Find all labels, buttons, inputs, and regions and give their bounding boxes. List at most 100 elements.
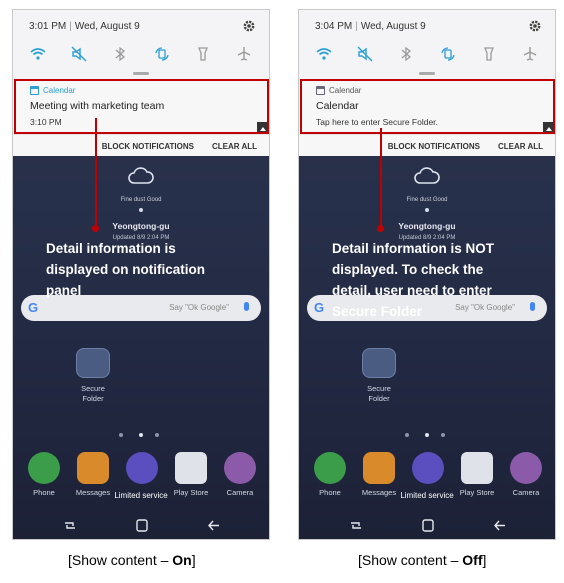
folder-label-line2: Folder	[368, 394, 390, 403]
annotation-line: Secure Folder	[332, 304, 423, 319]
messages-icon[interactable]	[363, 452, 395, 484]
clear-all-button[interactable]: CLEAR ALL	[498, 142, 543, 151]
google-icon: G	[28, 300, 39, 315]
page-indicator	[405, 432, 449, 438]
caption-prefix: [Show content –	[358, 552, 463, 568]
caption-prefix: [Show content –	[68, 552, 173, 568]
camera-icon[interactable]	[510, 452, 542, 484]
pointer-line	[380, 128, 382, 228]
secure-folder-icon[interactable]	[362, 348, 396, 378]
mute-icon[interactable]	[354, 44, 376, 64]
shade-handle[interactable]	[419, 72, 435, 75]
wifi-icon[interactable]	[27, 44, 49, 64]
phone-icon[interactable]	[314, 452, 346, 484]
annotation-text-on: Detail information is displayed on notif…	[46, 238, 205, 301]
pointer-dot	[377, 225, 384, 232]
block-notifications-button[interactable]: BLOCK NOTIFICATIONS	[102, 142, 194, 151]
quick-settings-row	[313, 44, 541, 64]
folder-label-line2: Folder	[82, 394, 104, 403]
notification-shade: 3:04 PM | Wed, August 9	[299, 10, 555, 80]
quick-settings-row	[27, 44, 255, 64]
play-store-icon[interactable]	[175, 452, 207, 484]
status-bar: 3:04 PM | Wed, August 9	[315, 19, 545, 35]
status-date: Wed, August 9	[360, 21, 426, 32]
airplane-icon[interactable]	[519, 44, 541, 64]
caption-suffix: ]	[191, 552, 196, 568]
weather-dust: Fine dust Good	[406, 197, 448, 203]
pointer-line	[95, 118, 97, 228]
bluetooth-icon[interactable]	[109, 44, 131, 64]
caption-suffix: ]	[482, 552, 487, 568]
pointer-dot	[92, 225, 99, 232]
secure-folder-label: Secure Folder	[359, 384, 399, 404]
recent-apps-icon[interactable]	[349, 519, 363, 532]
back-icon[interactable]	[493, 519, 507, 532]
location-pin-icon	[425, 208, 429, 212]
caption-value: Off	[462, 552, 483, 568]
internet-icon[interactable]	[412, 452, 444, 484]
mic-icon[interactable]	[244, 302, 249, 311]
limited-service-text: Limited service	[400, 491, 454, 500]
annotation-line: Detail information is	[46, 241, 176, 256]
gear-icon[interactable]	[527, 18, 543, 34]
cloud-icon	[414, 167, 440, 184]
weather-dust: Fine dust Good	[120, 197, 162, 203]
cloud-icon	[128, 167, 154, 184]
highlight-box	[14, 79, 269, 134]
block-notifications-button[interactable]: BLOCK NOTIFICATIONS	[388, 142, 480, 151]
rotate-icon[interactable]	[151, 44, 173, 64]
navigation-bar	[13, 511, 269, 539]
status-time: 3:01 PM	[29, 21, 67, 32]
clear-all-button[interactable]: CLEAR ALL	[212, 142, 257, 151]
location-pin-icon	[139, 208, 143, 212]
annotation-line: Detail information is NOT	[332, 241, 495, 256]
annotation-line: detail, user need to enter	[332, 283, 492, 298]
notification-actions: BLOCK NOTIFICATIONS CLEAR ALL	[13, 134, 269, 156]
bluetooth-icon[interactable]	[395, 44, 417, 64]
page-indicator	[119, 432, 163, 438]
play-store-icon[interactable]	[461, 452, 493, 484]
weather-city: Yeongtong-gu	[112, 221, 170, 231]
flashlight-icon[interactable]	[478, 44, 500, 64]
mute-icon[interactable]	[68, 44, 90, 64]
limited-service-text: Limited service	[114, 491, 168, 500]
rotate-icon[interactable]	[437, 44, 459, 64]
notification-shade: 3:01 PM | Wed, August 9	[13, 10, 269, 80]
annotation-line: displayed. To check the	[332, 262, 484, 277]
camera-icon[interactable]	[224, 452, 256, 484]
internet-icon[interactable]	[126, 452, 158, 484]
phone-icon[interactable]	[28, 452, 60, 484]
status-separator: |	[355, 21, 358, 32]
wifi-icon[interactable]	[313, 44, 335, 64]
status-separator: |	[69, 21, 72, 32]
annotation-text-off: Detail information is NOT displayed. To …	[332, 238, 494, 322]
annotation-line: displayed on notification	[46, 262, 206, 277]
secure-folder-label: Secure Folder	[73, 384, 113, 404]
highlight-box	[300, 79, 555, 134]
annotation-line: panel	[46, 283, 82, 298]
caption-value: On	[172, 552, 192, 568]
navigation-bar	[299, 511, 555, 539]
shade-handle[interactable]	[133, 72, 149, 75]
weather-city: Yeongtong-gu	[398, 221, 456, 231]
home-icon[interactable]	[135, 519, 149, 532]
search-placeholder: Say "Ok Google"	[169, 303, 229, 312]
home-icon[interactable]	[421, 519, 435, 532]
back-icon[interactable]	[207, 519, 221, 532]
recent-apps-icon[interactable]	[63, 519, 77, 532]
caption-show-content-off: [Show content – Off]	[358, 552, 486, 568]
notification-actions: BLOCK NOTIFICATIONS CLEAR ALL	[299, 134, 555, 156]
mic-icon[interactable]	[530, 302, 535, 311]
google-icon: G	[314, 300, 325, 315]
airplane-icon[interactable]	[233, 44, 255, 64]
folder-label-line1: Secure	[81, 384, 105, 393]
status-date: Wed, August 9	[74, 21, 140, 32]
status-time: 3:04 PM	[315, 21, 353, 32]
status-bar: 3:01 PM | Wed, August 9	[29, 19, 259, 35]
messages-icon[interactable]	[77, 452, 109, 484]
flashlight-icon[interactable]	[192, 44, 214, 64]
secure-folder-icon[interactable]	[76, 348, 110, 378]
folder-label-line1: Secure	[367, 384, 391, 393]
caption-show-content-on: [Show content – On]	[68, 552, 196, 568]
gear-icon[interactable]	[241, 18, 257, 34]
